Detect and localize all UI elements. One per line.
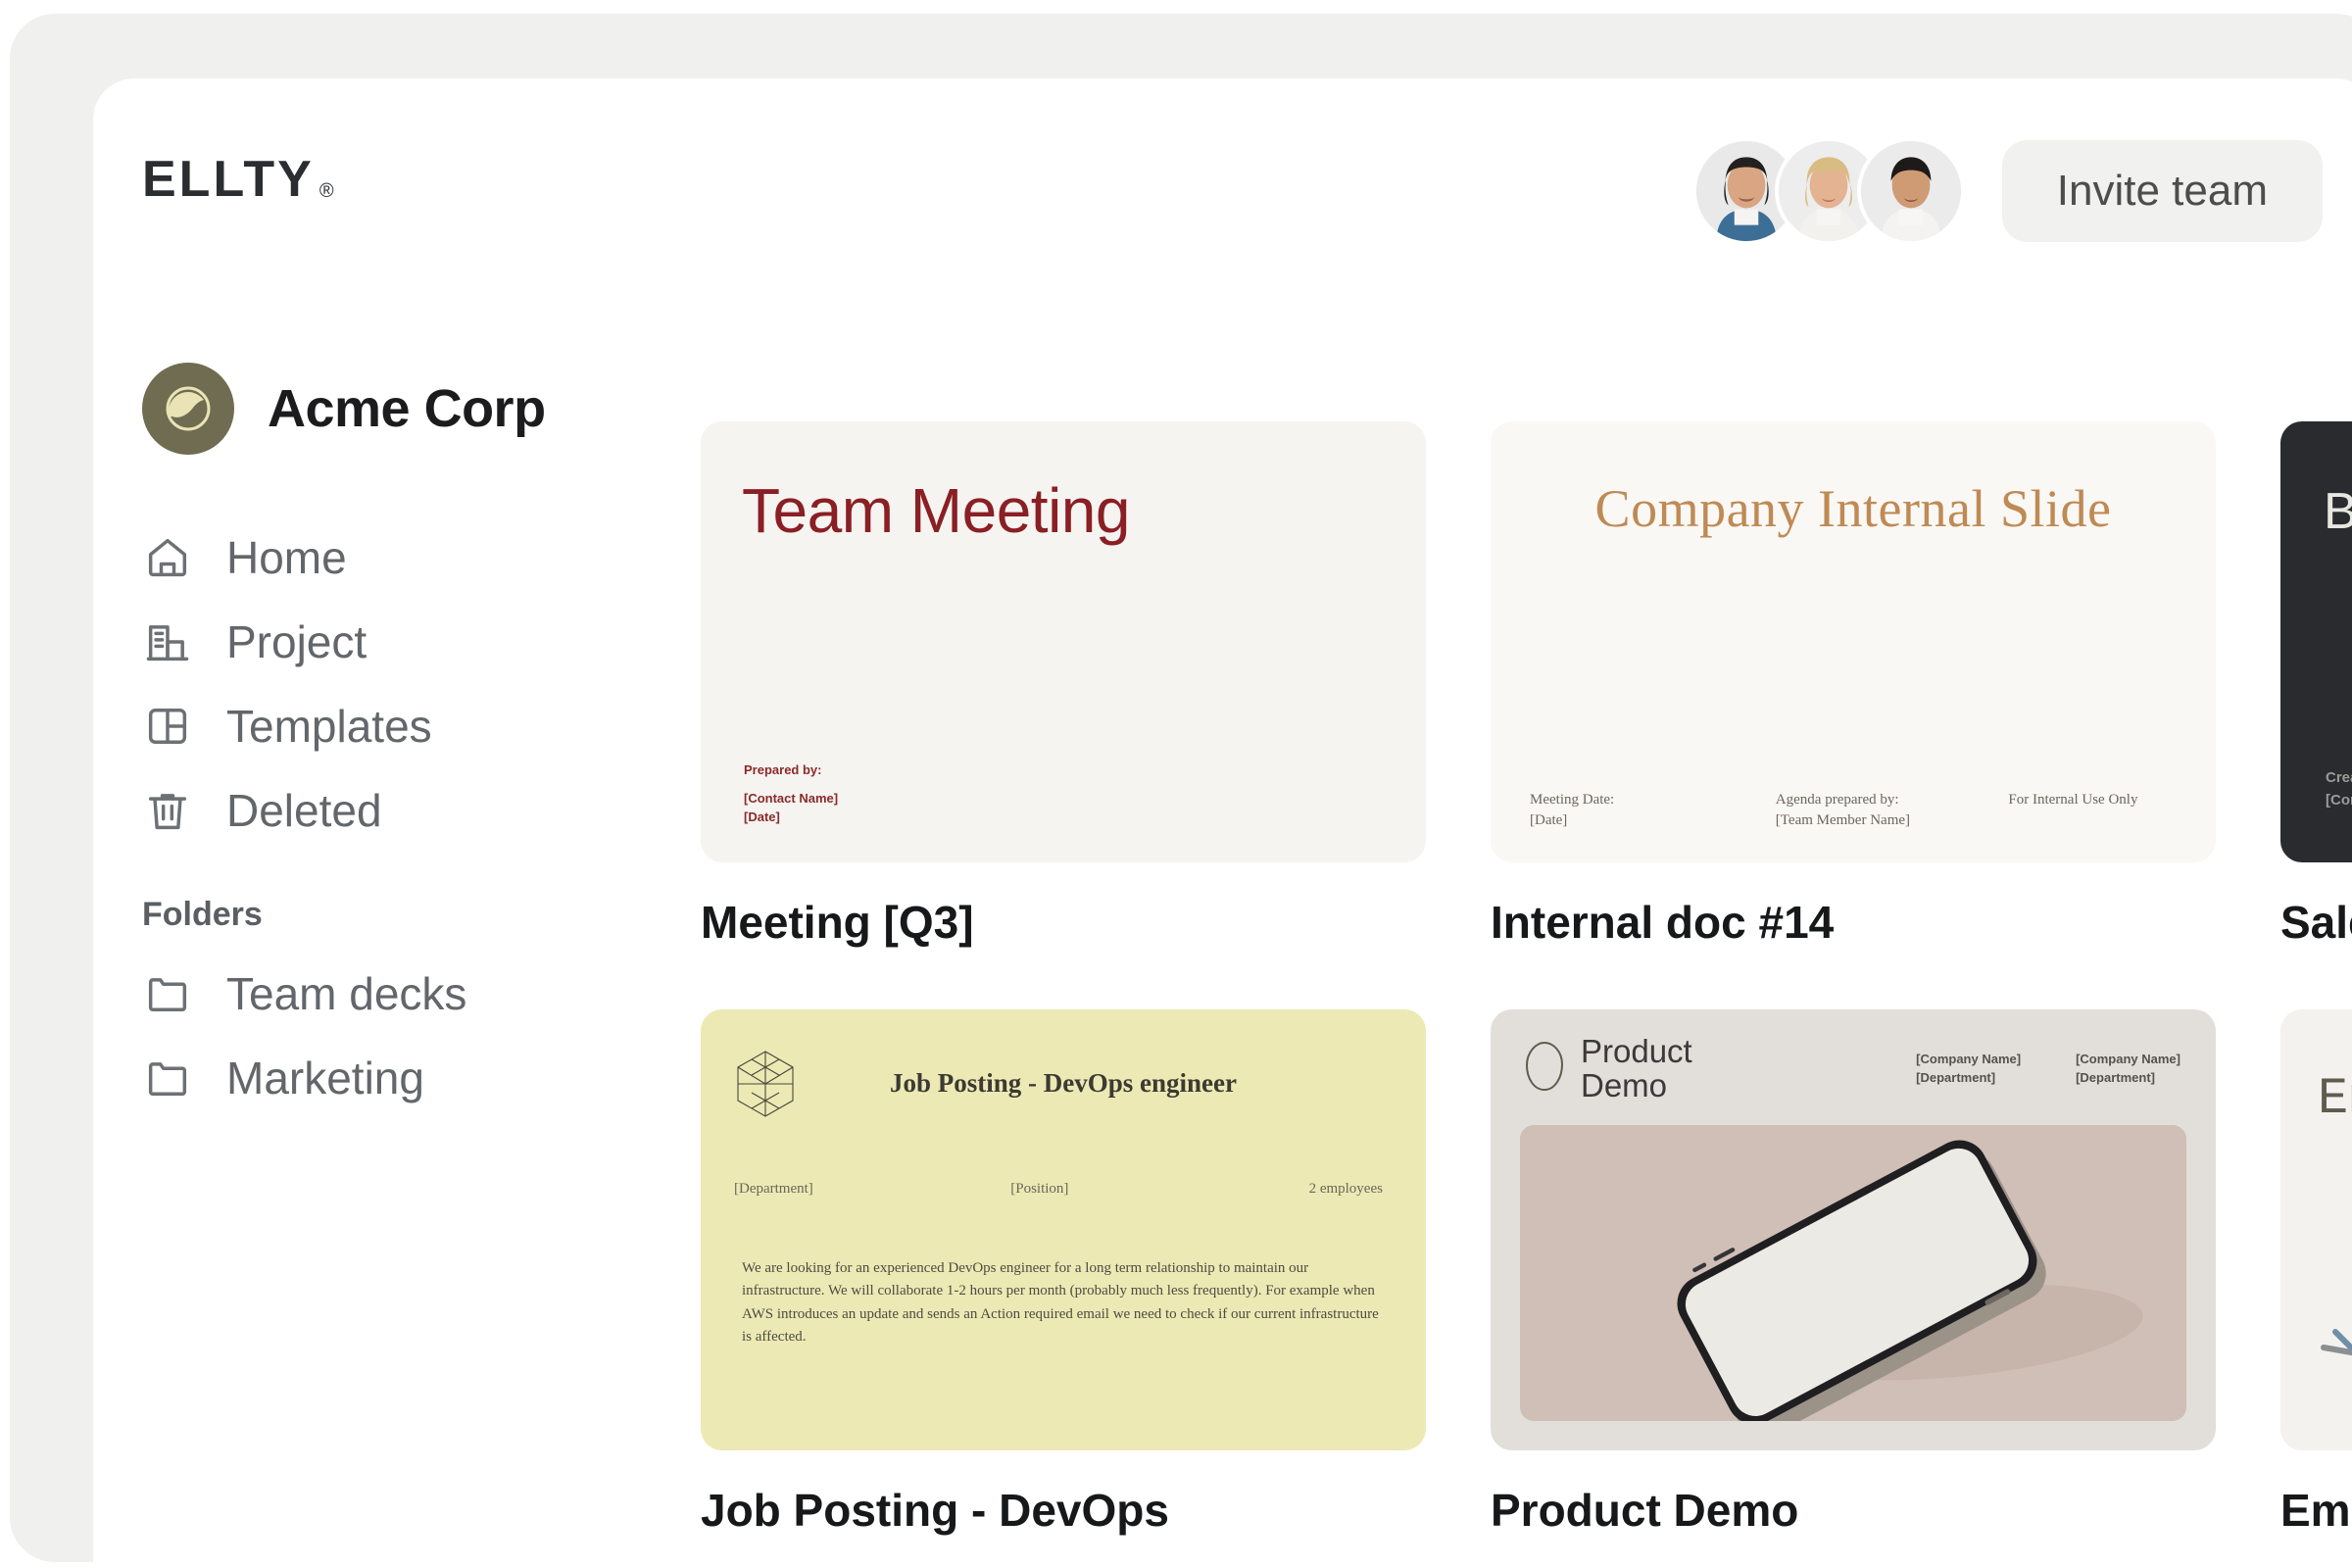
folder-icon — [142, 1053, 193, 1103]
sidebar-item-project[interactable]: Project — [142, 600, 701, 684]
company-name-2: [Company Name] — [2076, 1052, 2180, 1066]
slide-title-line2: Demo — [1581, 1066, 1668, 1103]
slide-footer: Prepared by: [Contact Name] [Date] — [744, 761, 838, 827]
prepared-by-label: Prepared by: — [744, 762, 822, 778]
starburst-icon — [2316, 1312, 2352, 1399]
document-card-employee[interactable]: Employee — [2280, 1009, 2352, 1537]
slide-meta: [Department] [Position] 2 employees — [734, 1181, 1393, 1198]
slide-title: Job Posting - DevOps engineer — [890, 1068, 1237, 1098]
sidebar-item-templates[interactable]: Templates — [142, 684, 701, 768]
sidebar-item-deleted[interactable]: Deleted — [142, 768, 701, 853]
slide-title: Team Meeting — [742, 475, 1130, 546]
sidebar-item-label: Templates — [226, 701, 432, 752]
meeting-date-label: Meeting Date: — [1530, 792, 1615, 808]
contact-name: [Contact Name] — [744, 791, 839, 807]
primary-nav: Home Project Templates Deleted — [142, 515, 701, 853]
document-card-internal[interactable]: Company Internal Slide Meeting Date: [Da… — [1491, 421, 2216, 949]
sidebar-item-label: Deleted — [226, 785, 382, 836]
phone-illustration — [1520, 1125, 2186, 1421]
company-name-1: [Company Name] — [1916, 1052, 2022, 1066]
logo-wordmark: ELLTY — [142, 151, 315, 208]
document-thumbnail[interactable]: Product Demo [Company Name] [Department]… — [1491, 1009, 2216, 1450]
sidebar-folder-team-decks[interactable]: Team decks — [142, 952, 701, 1036]
employees-count: 2 employees — [1308, 1181, 1383, 1197]
card-title: Meeting [Q3] — [701, 897, 974, 948]
app-window: ELLTY ® Invite team Acme Corp Home Proje… — [93, 78, 2352, 1568]
slide-meta: [Company Name] [Department] [Company Nam… — [1916, 1051, 2180, 1088]
home-icon — [142, 532, 193, 583]
sidebar: Acme Corp Home Project Templates Deleted… — [93, 304, 701, 1568]
sidebar-folder-marketing[interactable]: Marketing — [142, 1036, 701, 1120]
position-label: [Position] — [1010, 1181, 1069, 1197]
slide-body-text: We are looking for an experienced DevOps… — [742, 1260, 1379, 1345]
meeting-date-value: [Date] — [1530, 812, 1568, 828]
department-2: [Department] — [2076, 1069, 2155, 1085]
slide-footer: Meeting Date: [Date] Agenda prepared by:… — [1530, 790, 2177, 831]
document-row: Team Meeting Prepared by: [Contact Name]… — [701, 421, 2352, 949]
department-label: [Department] — [734, 1181, 813, 1197]
screen: ELLTY ® Invite team Acme Corp Home Proje… — [0, 0, 2352, 1568]
invite-team-button[interactable]: Invite team — [2001, 140, 2323, 242]
agenda-value: [Team Member Name] — [1775, 812, 1911, 828]
layout-icon — [142, 701, 193, 752]
header-actions: Invite team — [1691, 137, 2323, 245]
document-card-product-demo[interactable]: Product Demo [Company Name] [Department]… — [1491, 1009, 2216, 1537]
slide-brand: Product Demo — [1524, 1033, 1692, 1103]
card-title: Product Demo — [1491, 1485, 1799, 1536]
sidebar-item-label: Project — [226, 616, 368, 667]
document-thumbnail[interactable]: Job Posting - DevOps engineer [Departmen… — [701, 1009, 1426, 1450]
pebble-logo-icon — [1524, 1040, 1565, 1098]
slide-footer: Created by: [Contact Name] — [2326, 767, 2352, 811]
document-thumbnail[interactable]: Employee — [2280, 1009, 2352, 1450]
document-card-job-posting[interactable]: Job Posting - DevOps engineer [Departmen… — [701, 1009, 1426, 1537]
top-bar: ELLTY ® Invite team — [93, 78, 2352, 304]
created-by-label: Created by: — [2326, 769, 2352, 786]
slide-title: Employee — [2318, 1070, 2352, 1128]
document-thumbnail[interactable]: Team Meeting Prepared by: [Contact Name]… — [701, 421, 1426, 862]
slide-title: Business — [2324, 483, 2352, 540]
app-logo[interactable]: ELLTY ® — [142, 154, 334, 205]
document-thumbnail[interactable]: Company Internal Slide Meeting Date: [Da… — [1491, 421, 2216, 862]
document-grid: Team Meeting Prepared by: [Contact Name]… — [701, 304, 2352, 1568]
slide-title-line1: Product — [1581, 1033, 1692, 1069]
sidebar-item-label: Home — [226, 532, 347, 583]
sidebar-folder-label: Marketing — [226, 1053, 424, 1103]
slide-date: [Date] — [744, 809, 780, 825]
org-name: Acme Corp — [268, 379, 546, 438]
sidebar-folder-label: Team decks — [226, 968, 467, 1019]
document-thumbnail[interactable]: Business Created by: [Contact Name] — [2280, 421, 2352, 862]
card-title: Sales Report — [2280, 897, 2352, 948]
document-row: Job Posting - DevOps engineer [Departmen… — [701, 1009, 2352, 1537]
internal-use-notice: For Internal Use Only — [2008, 792, 2138, 808]
avatar[interactable] — [1856, 137, 1965, 245]
trash-icon — [142, 785, 193, 836]
folder-icon — [142, 968, 193, 1019]
registered-trademark-icon: ® — [318, 180, 334, 202]
sidebar-item-home[interactable]: Home — [142, 515, 701, 600]
created-by-value: [Contact Name] — [2326, 791, 2352, 808]
document-card-sales[interactable]: Business Created by: [Contact Name] Sale… — [2280, 421, 2352, 949]
team-avatar-group[interactable] — [1691, 137, 1965, 245]
folders-heading: Folders — [142, 896, 263, 933]
card-title: Employee — [2280, 1485, 2352, 1536]
document-card-meeting[interactable]: Team Meeting Prepared by: [Contact Name]… — [701, 421, 1426, 949]
department-1: [Department] — [1916, 1069, 1996, 1085]
building-icon — [142, 616, 193, 667]
slide-title: Product Demo — [1581, 1033, 1692, 1103]
card-title: Internal doc #14 — [1491, 897, 1835, 948]
agenda-label: Agenda prepared by: — [1775, 792, 1899, 808]
org-switcher[interactable]: Acme Corp — [142, 363, 701, 455]
slide-title: Company Internal Slide — [1594, 479, 2112, 538]
card-title: Job Posting - DevOps — [701, 1485, 1169, 1536]
org-avatar — [142, 363, 234, 455]
